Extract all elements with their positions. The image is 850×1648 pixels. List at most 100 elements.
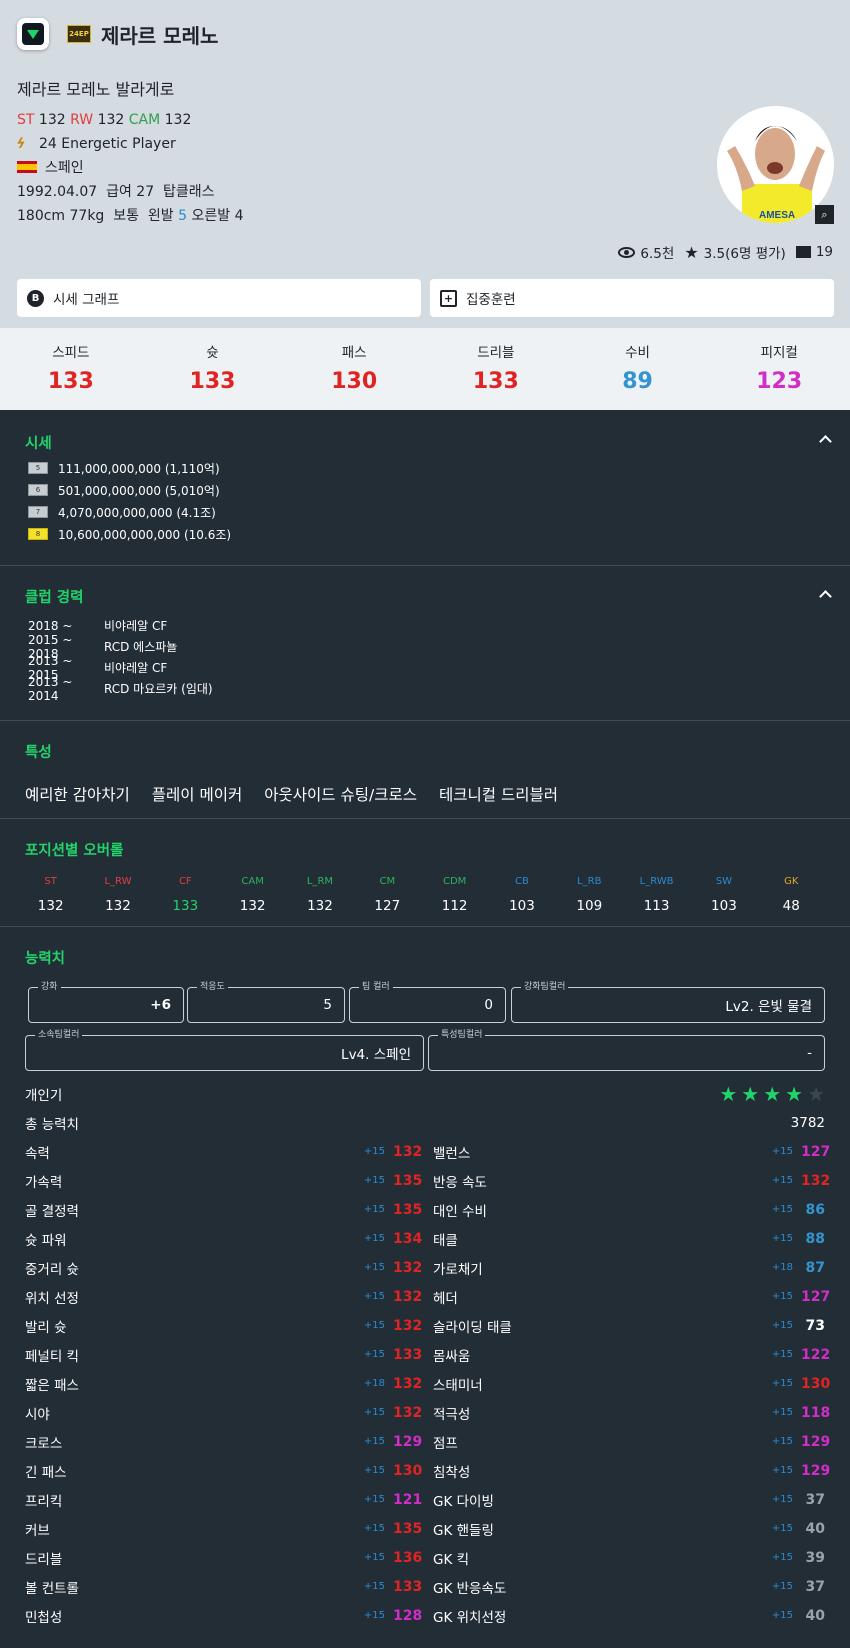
position-label: RW xyxy=(70,112,94,128)
attribute-name: GK 다이빙 xyxy=(433,1493,494,1510)
attribute-row: 커브 +15 135 xyxy=(25,1514,423,1543)
right-foot-label: 오른발 xyxy=(191,208,231,224)
bolt-icon: ϟ xyxy=(13,136,28,152)
attribute-row: 헤더 +15 127 xyxy=(433,1282,831,1311)
star-icon: ★ xyxy=(785,1081,804,1106)
attribute-row: 적극성 +15 118 xyxy=(433,1398,830,1427)
attribute-bonus: +15 xyxy=(771,1175,793,1186)
attribute-bonus: +15 xyxy=(771,1349,793,1360)
position-value: 113 xyxy=(643,898,670,914)
attribute-value: 127 xyxy=(801,1143,831,1160)
stat-value: 89 xyxy=(622,369,653,394)
attribute-value: 129 xyxy=(801,1462,831,1479)
attribute-bonus: +15 xyxy=(363,1407,385,1418)
field-value: Lv4. 스페인 xyxy=(341,1047,411,1063)
attribute-row: 드리블 +15 136 xyxy=(25,1543,422,1572)
position-value: 48 xyxy=(782,898,800,914)
position-overall-item: SW 103 xyxy=(690,876,757,914)
attribute-value: 134 xyxy=(393,1230,423,1247)
enhance-team-color-field[interactable]: 강화팀컬러 Lv2. 은빛 물결 xyxy=(511,979,825,1023)
rating[interactable]: ★ 3.5(6명 평가) xyxy=(684,242,786,263)
team-color-field[interactable]: 팀 컬러 0 xyxy=(349,979,506,1023)
attribute-bonus: +15 xyxy=(363,1320,385,1331)
attribute-row: 긴 패스 +15 130 xyxy=(25,1456,422,1485)
position-label: L_RWB xyxy=(639,876,674,887)
attribute-row: 위치 선정 +15 132 xyxy=(25,1282,423,1311)
attribute-bonus: +15 xyxy=(771,1407,793,1418)
training-button[interactable]: + 집중훈련 xyxy=(430,279,834,317)
position-label: CAM xyxy=(241,876,264,887)
attribute-bonus: +15 xyxy=(363,1291,385,1302)
position-value: 109 xyxy=(576,898,603,914)
player-name: 제라르 모레노 xyxy=(101,23,219,48)
attribute-row: 민첩성 +15 128 xyxy=(25,1601,422,1630)
trait-team-color-field[interactable]: 특성팀컬러 - xyxy=(428,1027,825,1071)
left-foot-label: 왼발 xyxy=(147,208,174,224)
attribute-value: 129 xyxy=(393,1433,423,1450)
attribute-name: 대인 수비 xyxy=(433,1203,487,1220)
attribute-value: 40 xyxy=(805,1520,825,1537)
attribute-name: 스태미너 xyxy=(433,1377,483,1394)
position-overall-item: CDM 112 xyxy=(421,876,488,914)
field-value: - xyxy=(807,1045,812,1061)
attribute-bonus: +15 xyxy=(771,1494,793,1505)
app-logo-icon[interactable] xyxy=(17,18,49,50)
attribute-row: 슛 파워 +15 134 xyxy=(25,1224,423,1253)
attribute-bonus: +15 xyxy=(363,1436,385,1447)
enhance-field[interactable]: 강화 +6 xyxy=(28,979,184,1023)
stat-value: 133 xyxy=(47,369,94,394)
attribute-bonus: +15 xyxy=(363,1175,385,1186)
grade-badge-icon: 6 xyxy=(28,484,48,496)
attribute-bonus: +15 xyxy=(363,1465,385,1476)
training-label: 집중훈련 xyxy=(466,292,516,308)
attribute-value: 132 xyxy=(393,1288,423,1305)
attribute-name: 커브 xyxy=(25,1522,50,1539)
player-full-name: 제라르 모레노 발라게로 xyxy=(17,80,175,99)
position-label: L_RB xyxy=(577,876,602,887)
stat-value: 133 xyxy=(189,369,236,394)
attribute-value: 37 xyxy=(805,1491,825,1508)
position-value: 127 xyxy=(374,898,401,914)
attribute-name: GK 위치선정 xyxy=(433,1609,507,1626)
attribute-value: 135 xyxy=(393,1520,423,1537)
zoom-search-icon[interactable]: ⌕ xyxy=(815,205,834,224)
position-label: CB xyxy=(515,876,529,887)
price-row: 5 111,000,000,000 (1,110억) xyxy=(28,457,825,479)
total-ability-row: 총 능력치 3782 xyxy=(25,1108,825,1137)
attribute-name: 슛 파워 xyxy=(25,1232,67,1249)
section-title: 시세 xyxy=(25,436,52,452)
comments-count[interactable]: 19 xyxy=(795,244,833,260)
field-label: 특성팀컬러 xyxy=(438,1027,486,1040)
club-row: 2013 ~ 2014 RCD 마요르카 (임대) xyxy=(28,675,825,703)
adaptability-field[interactable]: 적응도 5 xyxy=(187,979,345,1023)
attribute-value: 132 xyxy=(801,1172,831,1189)
attribute-name: 침착성 xyxy=(433,1464,471,1481)
position-value: 112 xyxy=(441,898,468,914)
attribute-name: 중거리 슛 xyxy=(25,1261,79,1278)
stat-label: 수비 xyxy=(625,345,650,361)
attribute-name: 가로채기 xyxy=(433,1261,483,1278)
club-list: 2018 ~ 비야레알 CF 2015 ~ 2018 RCD 에스파뇰 2013 ~ 2… xyxy=(25,615,825,703)
attribute-name: 적극성 xyxy=(433,1406,471,1423)
club-row: 2015 ~ 2018 RCD 에스파뇰 xyxy=(28,633,825,661)
attribute-row: 태클 +15 88 xyxy=(433,1224,825,1253)
position-overall-item: L_RB 109 xyxy=(556,876,623,914)
attribute-name: 드리블 xyxy=(25,1551,63,1568)
attribute-value: 135 xyxy=(393,1172,423,1189)
stat-label: 슛 xyxy=(206,345,219,361)
season-name: 24 Energetic Player xyxy=(39,136,176,152)
birth-date: 1992.04.07 xyxy=(17,184,98,200)
price-graph-button[interactable]: B 시세 그래프 xyxy=(17,279,421,317)
attribute-value: 39 xyxy=(805,1549,825,1566)
price-value: 10,600,000,000,000 (10.6조) xyxy=(58,527,232,542)
club-team-color-field[interactable]: 소속팀컬러 Lv4. 스페인 xyxy=(25,1027,424,1071)
attribute-row: GK 위치선정 +15 40 xyxy=(433,1601,825,1630)
attribute-value: 127 xyxy=(801,1288,831,1305)
position-ratings: ST 132 RW 132 CAM 132 xyxy=(17,108,244,132)
stat-item: 수비 89 xyxy=(567,328,709,410)
position-label: ST xyxy=(44,876,57,887)
attribute-row: 프리킥 +15 121 xyxy=(25,1485,422,1514)
attribute-name: GK 핸들링 xyxy=(433,1522,494,1539)
attribute-bonus: +15 xyxy=(771,1233,793,1244)
position-overall-item: CM 127 xyxy=(354,876,421,914)
